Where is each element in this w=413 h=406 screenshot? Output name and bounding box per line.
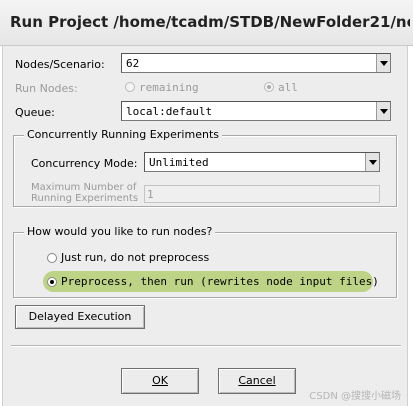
nodes-scenario-label: Nodes/Scenario: [15, 58, 105, 71]
divider [11, 345, 401, 347]
run-nodes-all-radio[interactable] [264, 82, 274, 92]
cancel-button[interactable]: Cancel [218, 368, 296, 394]
run-nodes-all-label: all [278, 81, 298, 94]
cancel-button-label: Cancel [238, 374, 276, 387]
nodes-scenario-combo[interactable]: 62 [121, 53, 391, 73]
queue-value: local:default [126, 105, 213, 118]
run-project-dialog: Nodes/Scenario: 62 Run Nodes: remaining … [2, 46, 408, 406]
watermark: CSDN @搜搜小磁场 [309, 391, 401, 402]
run-method-group: How would you like to run nodes? Just ru… [13, 225, 397, 298]
run-nodes-remaining-radio[interactable] [125, 82, 135, 92]
preprocess-label: Preprocess, then run (rewrites node inpu… [61, 275, 379, 288]
delayed-execution-button[interactable]: Delayed Execution [15, 305, 145, 329]
chevron-down-icon[interactable] [376, 102, 390, 120]
just-run-label: Just run, do not preprocess [61, 251, 210, 264]
queue-combo[interactable]: local:default [121, 101, 391, 121]
just-run-radio[interactable] [47, 253, 57, 263]
chevron-down-icon[interactable] [376, 54, 390, 72]
concurrency-mode-combo[interactable]: Unlimited [144, 152, 380, 172]
preprocess-radio[interactable] [47, 277, 57, 287]
title-bar[interactable]: Run Project /home/tcadm/STDB/NewFolder21… [0, 0, 413, 46]
ok-button-label: OK [152, 374, 168, 387]
concurrency-mode-value: Unlimited [149, 156, 209, 169]
concurrency-group-title: Concurrently Running Experiments [24, 128, 222, 141]
ok-button[interactable]: OK [121, 368, 199, 394]
max-running-label-line2: Running Experiments [31, 193, 139, 204]
run-nodes-remaining-label: remaining [139, 81, 199, 94]
queue-label: Queue: [15, 106, 55, 119]
concurrency-mode-label: Concurrency Mode: [31, 157, 138, 170]
run-method-group-title: How would you like to run nodes? [24, 225, 216, 238]
max-running-input[interactable]: 1 [144, 185, 380, 203]
max-running-label: Maximum Number of Running Experiments [31, 182, 138, 204]
window-title: Run Project /home/tcadm/STDB/NewFolder21… [10, 13, 410, 31]
chevron-down-icon[interactable] [365, 153, 379, 171]
max-running-label-line1: Maximum Number of [31, 182, 137, 193]
concurrency-group: Concurrently Running Experiments Concurr… [13, 128, 397, 207]
run-nodes-label: Run Nodes: [15, 82, 78, 95]
max-running-value: 1 [147, 188, 154, 201]
nodes-scenario-value: 62 [126, 57, 140, 70]
